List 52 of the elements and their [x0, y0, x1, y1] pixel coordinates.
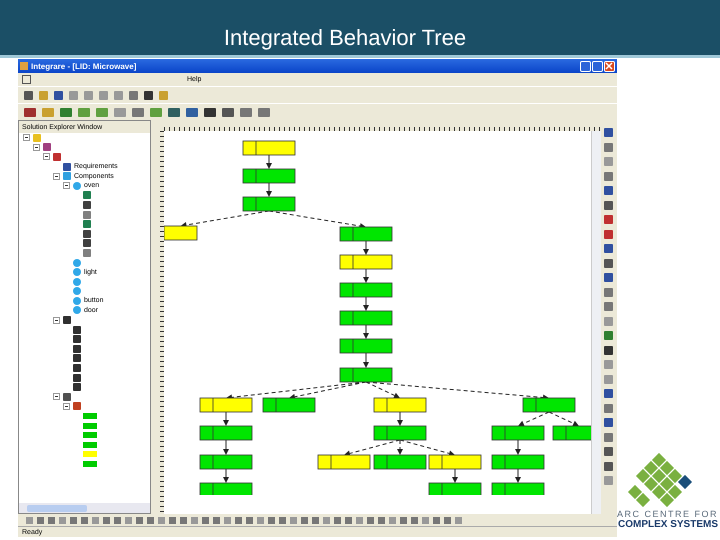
behavior-node[interactable]	[340, 338, 392, 354]
behavior-node[interactable]	[340, 368, 392, 382]
behavior-node[interactable]	[340, 310, 392, 326]
behavior-node[interactable]	[428, 482, 482, 495]
slide-title: Integrated Behavior Tree	[224, 25, 466, 51]
expander-icon[interactable]	[63, 182, 70, 190]
close-icon	[605, 62, 614, 70]
tool-icon[interactable]	[168, 108, 180, 116]
tool-icon[interactable]	[186, 108, 198, 116]
behavior-node[interactable]	[340, 226, 392, 242]
expander-icon[interactable]	[33, 144, 40, 151]
behavior-node[interactable]	[492, 482, 544, 495]
horizontal-scrollbar[interactable]	[19, 503, 150, 513]
expander-icon[interactable]	[53, 316, 60, 324]
expander-icon[interactable]	[43, 153, 50, 160]
behavior-node[interactable]	[200, 482, 252, 495]
behavior-node[interactable]	[428, 454, 482, 470]
behavior-node[interactable]	[200, 426, 252, 440]
tool-icon[interactable]	[222, 108, 234, 116]
expander-icon[interactable]	[53, 172, 60, 180]
maximize-button[interactable]	[592, 60, 603, 72]
behavior-node[interactable]	[200, 398, 252, 412]
behavior-node[interactable]	[492, 454, 544, 470]
behavior-node[interactable]	[262, 398, 316, 412]
behavior-node[interactable]	[374, 398, 426, 412]
behavior-node[interactable]	[552, 426, 591, 440]
behavior-node[interactable]	[200, 454, 252, 470]
expander-icon[interactable]	[53, 393, 60, 400]
logo-text: COMPLEX SYSTEMS	[618, 519, 718, 530]
document-icon	[22, 75, 31, 84]
behavior-node[interactable]	[340, 282, 392, 298]
tool-icon[interactable]	[24, 108, 36, 116]
logo-text: ARC CENTRE FOR	[616, 509, 718, 519]
expander-icon[interactable]	[23, 134, 30, 142]
behavior-node[interactable]	[242, 168, 296, 184]
behavior-node[interactable]	[164, 226, 198, 240]
behavior-node[interactable]	[492, 426, 544, 440]
component-icon	[73, 182, 81, 190]
behavior-node[interactable]	[374, 426, 426, 440]
behavior-node[interactable]	[242, 196, 296, 212]
behavior-node[interactable]	[242, 140, 296, 156]
behavior-node[interactable]	[374, 454, 426, 470]
expander-icon[interactable]	[63, 402, 70, 410]
tool-icon[interactable]	[204, 108, 216, 116]
behavior-node[interactable]	[522, 398, 576, 412]
app-icon	[20, 62, 28, 70]
vertical-scrollbar[interactable]	[590, 131, 601, 514]
window-title: Integrare - [LID: Microwave]	[31, 62, 138, 70]
behavior-node[interactable]	[340, 254, 392, 270]
close-button[interactable]	[604, 60, 615, 72]
minimize-button[interactable]	[580, 60, 591, 72]
behavior-node[interactable]	[318, 454, 370, 470]
